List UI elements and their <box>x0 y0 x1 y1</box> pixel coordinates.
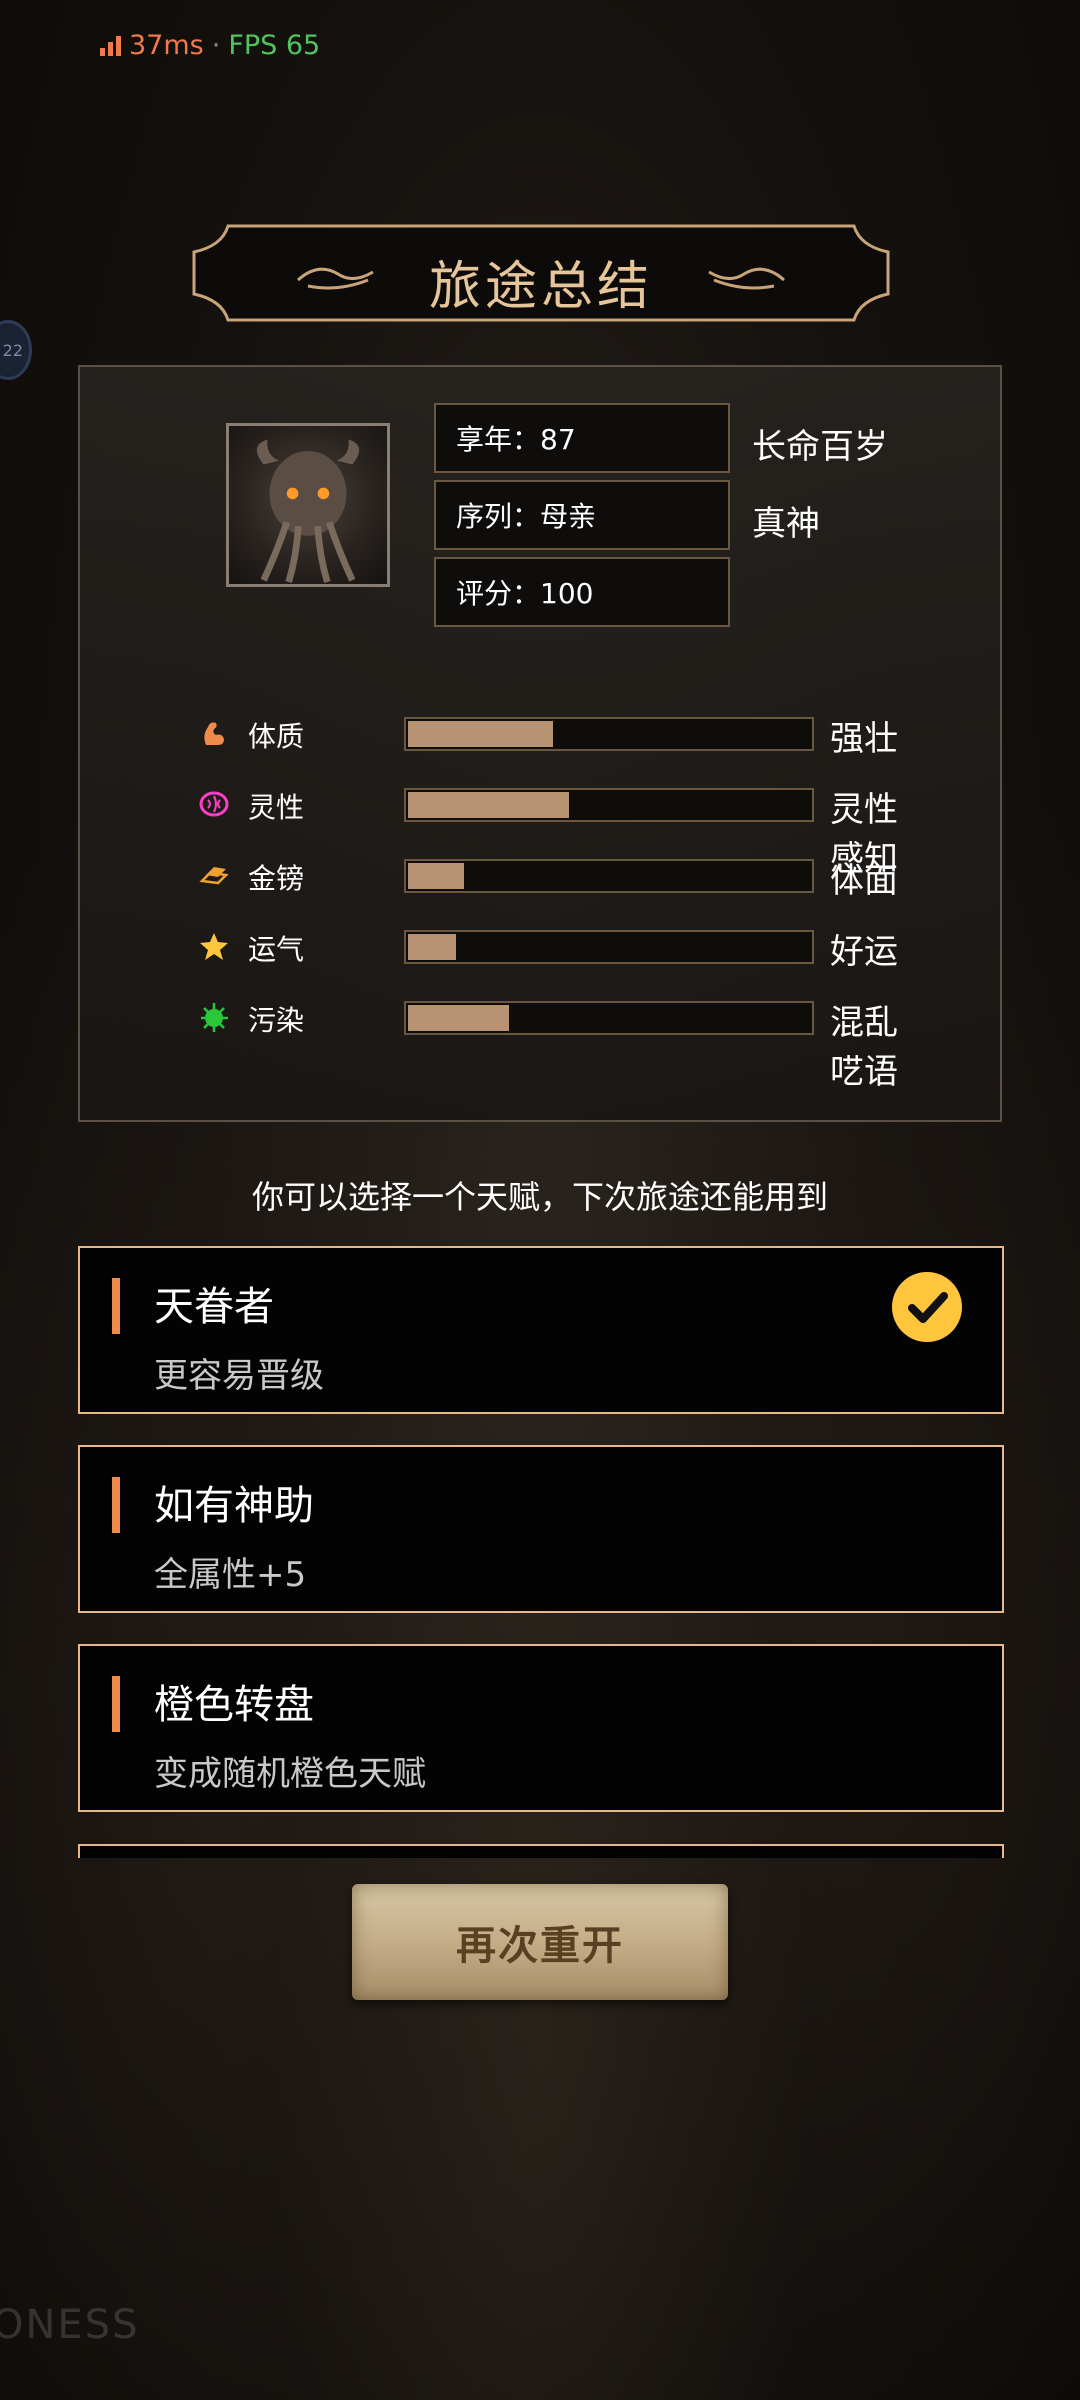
stat-bar <box>404 1001 814 1035</box>
stat-fill <box>408 863 464 889</box>
stat-row-luck: 运气 好运 <box>198 926 918 972</box>
stat-bar <box>404 788 814 822</box>
fps-text: FPS 65 <box>228 30 321 61</box>
stat-label: 灵性 <box>248 791 305 824</box>
avatar <box>226 423 390 587</box>
stat-label: 金镑 <box>248 862 305 895</box>
talent-desc: 更容易晋级 <box>154 1356 324 1396</box>
star-icon <box>198 930 230 962</box>
score-label: 评分：100 <box>456 577 594 610</box>
stat-desc: 混乱呓语 <box>830 1003 898 1092</box>
gold-bars-icon <box>198 859 230 891</box>
latency-text: 37ms <box>129 30 204 61</box>
restart-button[interactable]: 再次重开 <box>352 1884 728 2000</box>
brain-icon <box>198 788 230 820</box>
sequence-desc: 真神 <box>752 504 820 544</box>
stat-bar <box>404 859 814 893</box>
stat-row-pounds: 金镑 体面 <box>198 855 918 901</box>
stat-row-constitution: 体质 强壮 <box>198 713 918 759</box>
talent-hint: 你可以选择一个天赋，下次旅途还能用到 <box>251 1178 828 1216</box>
stat-fill <box>408 792 569 818</box>
talent-accent <box>112 1278 120 1334</box>
stat-desc: 好运 <box>830 932 898 972</box>
stat-bar <box>404 930 814 964</box>
talent-card-0[interactable]: 天眷者 更容易晋级 <box>78 1246 1004 1414</box>
age-box: 享年：87 <box>434 403 730 473</box>
talent-card-1[interactable]: 如有神助 全属性+5 <box>78 1445 1004 1613</box>
talent-accent <box>112 1676 120 1732</box>
restart-label: 再次重开 <box>456 1922 624 1969</box>
check-icon <box>892 1272 962 1342</box>
stat-label: 体质 <box>248 720 305 753</box>
stat-desc: 强壮 <box>830 719 898 759</box>
stat-fill <box>408 934 456 960</box>
talent-name: 天眷者 <box>154 1284 274 1330</box>
stat-row-spirituality: 灵性 灵性感知 <box>198 784 918 879</box>
talent-name: 橙色转盘 <box>154 1682 314 1728</box>
sequence-label: 序列：母亲 <box>456 500 597 533</box>
age-label: 享年：87 <box>456 423 576 456</box>
stat-label: 运气 <box>248 933 305 966</box>
talent-accent <box>112 1477 120 1533</box>
watermark: ONESS <box>0 2302 140 2348</box>
muscle-icon <box>198 717 230 749</box>
signal-icon <box>100 35 121 56</box>
talent-desc: 全属性+5 <box>154 1555 307 1595</box>
bubble-text: 22 <box>2 340 23 360</box>
performance-overlay: 37ms · FPS 65 <box>100 30 320 61</box>
stat-desc: 体面 <box>830 861 898 901</box>
stat-bar <box>404 717 814 751</box>
age-desc: 长命百岁 <box>752 427 888 467</box>
summary-panel: 享年：87 长命百岁 序列：母亲 真神 评分：100 体质 强壮 灵性 灵性感知… <box>78 365 1002 1122</box>
virus-icon <box>198 1001 230 1033</box>
cthulhu-portrait-icon <box>256 439 360 584</box>
stat-row-pollution: 污染 混乱呓语 <box>198 997 918 1092</box>
talent-name: 如有神助 <box>154 1483 314 1529</box>
title-banner: 旅途总结 <box>188 222 894 324</box>
page-title: 旅途总结 <box>428 257 653 317</box>
stat-fill <box>408 721 553 747</box>
stat-label: 污染 <box>248 1004 305 1037</box>
separator: · <box>211 30 221 61</box>
talent-card-2[interactable]: 橙色转盘 变成随机橙色天赋 <box>78 1644 1004 1812</box>
score-box: 评分：100 <box>434 557 730 627</box>
stat-fill <box>408 1005 509 1031</box>
sequence-box: 序列：母亲 <box>434 480 730 550</box>
talent-desc: 变成随机橙色天赋 <box>154 1754 426 1794</box>
talent-card-partial[interactable] <box>78 1844 1004 1858</box>
